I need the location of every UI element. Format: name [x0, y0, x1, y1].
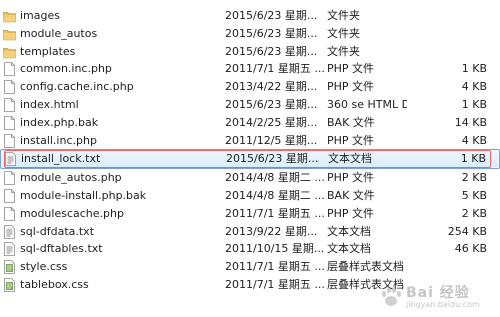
- file-name: sql-dftables.txt: [20, 242, 103, 256]
- file-type: 文件夹: [327, 9, 360, 22]
- file-name: templates: [20, 44, 76, 58]
- file-date-modified: 2015/6/23 星期...: [225, 97, 318, 111]
- file-type: 文本文档: [327, 224, 371, 238]
- file-date-modified: 2011/7/1 星期五 ...: [225, 206, 325, 220]
- file-size: 2 KB: [461, 206, 487, 220]
- file-name: sql-dfdata.txt: [20, 224, 95, 238]
- file-name: tablebox.css: [20, 277, 89, 291]
- file-row[interactable]: sql-dfdata.txt 2013/9/22 星期... 文本文档 254 KB: [0, 223, 500, 241]
- file-name: config.cache.inc.php: [20, 80, 134, 94]
- file-icon: [3, 133, 16, 148]
- file-icon: [3, 171, 16, 186]
- file-type: PHP 文件: [327, 80, 375, 94]
- file-size: 4 KB: [461, 80, 487, 94]
- file-icon: [3, 115, 16, 130]
- file-type: PHP 文件: [327, 133, 375, 147]
- text-file-icon: [3, 224, 16, 239]
- file-row[interactable]: module_autos 2015/6/23 星期... 文件夹: [0, 25, 500, 43]
- file-name: modulescache.php: [20, 206, 124, 220]
- file-name: module-install.php.bak: [20, 188, 147, 202]
- file-date-modified: 2011/7/1 星期五 ...: [225, 62, 325, 76]
- folder-icon: [3, 45, 16, 59]
- file-size: 46 KB: [454, 242, 487, 256]
- file-size: 1 KB: [461, 97, 487, 111]
- file-date-modified: 2011/7/1 星期五 ...: [225, 260, 325, 274]
- file-size: 1 KB: [460, 152, 486, 166]
- file-list: images 2015/6/23 星期... 文件夹 module_autos 2015…: [0, 7, 500, 294]
- file-row[interactable]: module_autos.php 2014/4/8 星期二 ... PHP 文件 2 …: [0, 169, 500, 187]
- file-type: 文本文档: [328, 152, 372, 166]
- css-file-icon: [3, 260, 16, 275]
- file-row[interactable]: install.inc.php 2011/12/5 星期... PHP 文件 4 KB: [0, 132, 500, 150]
- file-date-modified: 2014/2/25 星期...: [225, 115, 318, 129]
- file-icon: [3, 80, 16, 95]
- file-icon: [3, 189, 16, 203]
- paw-icon: [381, 287, 402, 306]
- file-size: 1 KB: [461, 62, 487, 76]
- file-row[interactable]: templates 2015/6/23 星期... 文件夹: [0, 43, 500, 61]
- file-row[interactable]: sql-dftables.txt 2011/10/15 星期... 文本文档 46 K…: [0, 240, 500, 258]
- file-name: module_autos.php: [20, 171, 122, 185]
- file-date-modified: 2013/9/22 星期...: [225, 224, 318, 238]
- file-row[interactable]: style.css 2011/7/1 星期五 ... 层叠样式表文档: [0, 258, 500, 276]
- file-row[interactable]: common.inc.php 2011/7/1 星期五 ... PHP 文件 1 KB: [0, 60, 500, 78]
- file-date-modified: 2011/12/5 星期...: [225, 133, 318, 147]
- file-name: index.php.bak: [20, 115, 99, 129]
- file-name: module_autos: [20, 26, 98, 40]
- file-date-modified: 2015/6/23 星期...: [225, 9, 318, 22]
- file-date-modified: 2011/10/15 星期...: [225, 242, 325, 256]
- file-type: PHP 文件: [327, 62, 375, 76]
- file-date-modified: 2015/6/23 星期...: [225, 44, 318, 58]
- file-date-modified: 2013/4/22 星期...: [225, 80, 318, 94]
- watermark-text: Bai 经验: [406, 285, 470, 301]
- file-size: 254 KB: [447, 224, 487, 238]
- file-row[interactable]: module-install.php.bak 2014/4/8 星期二 ... BA…: [0, 187, 500, 205]
- file-type: BAK 文件: [327, 188, 375, 202]
- file-date-modified: 2014/4/8 星期二 ...: [225, 171, 325, 185]
- file-size: 4 KB: [461, 133, 487, 147]
- file-size: 2 KB: [461, 171, 487, 185]
- file-name: common.inc.php: [20, 62, 112, 76]
- file-row[interactable]: config.cache.inc.php 2013/4/22 星期... PHP 文…: [0, 78, 500, 96]
- file-date-modified: 2014/4/8 星期二 ...: [225, 188, 325, 202]
- file-row[interactable]: index.html 2015/6/23 星期... 360 se HTML Do.…: [0, 96, 500, 114]
- file-name: index.html: [20, 97, 79, 111]
- file-row[interactable]: index.php.bak 2014/2/25 星期... BAK 文件 14 KB: [0, 114, 500, 132]
- folder-icon: [3, 9, 16, 23]
- file-type: BAK 文件: [327, 115, 375, 129]
- watermark: Bai 经验 jingyan.baidu.com: [376, 282, 494, 312]
- file-date-modified: 2015/6/23 星期...: [225, 26, 318, 40]
- file-icon: [3, 62, 16, 77]
- file-row[interactable]: modulescache.php 2011/7/1 星期五 ... PHP 文件 2 …: [0, 205, 500, 223]
- file-date-modified: 2015/6/23 星期...: [226, 152, 319, 166]
- file-type: 360 se HTML Do...: [327, 97, 407, 111]
- css-file-icon: [3, 278, 16, 292]
- file-size: 5 KB: [461, 188, 487, 202]
- folder-icon: [3, 27, 16, 41]
- file-size: 14 KB: [454, 115, 487, 129]
- file-name: install_lock.txt: [21, 152, 101, 166]
- file-icon: [3, 206, 16, 221]
- text-file-icon: [3, 242, 16, 257]
- file-date-modified: 2011/7/1 星期五 ...: [225, 277, 325, 291]
- file-name: style.css: [20, 260, 68, 274]
- file-type: PHP 文件: [327, 171, 375, 185]
- text-file-icon: [4, 152, 17, 167]
- file-name: install.inc.php: [20, 133, 97, 147]
- file-type: 文本文档: [327, 242, 371, 256]
- file-row[interactable]: install_lock.txt 2015/6/23 星期... 文本文档 1 KB: [0, 149, 500, 170]
- file-type: 层叠样式表文档: [327, 260, 404, 274]
- file-type: PHP 文件: [327, 206, 375, 220]
- watermark-url: jingyan.baidu.com: [406, 300, 480, 309]
- file-icon: [3, 98, 16, 112]
- file-type: 文件夹: [327, 26, 360, 40]
- file-name: images: [20, 9, 60, 22]
- file-row[interactable]: images 2015/6/23 星期... 文件夹: [0, 7, 500, 25]
- file-type: 文件夹: [327, 44, 360, 58]
